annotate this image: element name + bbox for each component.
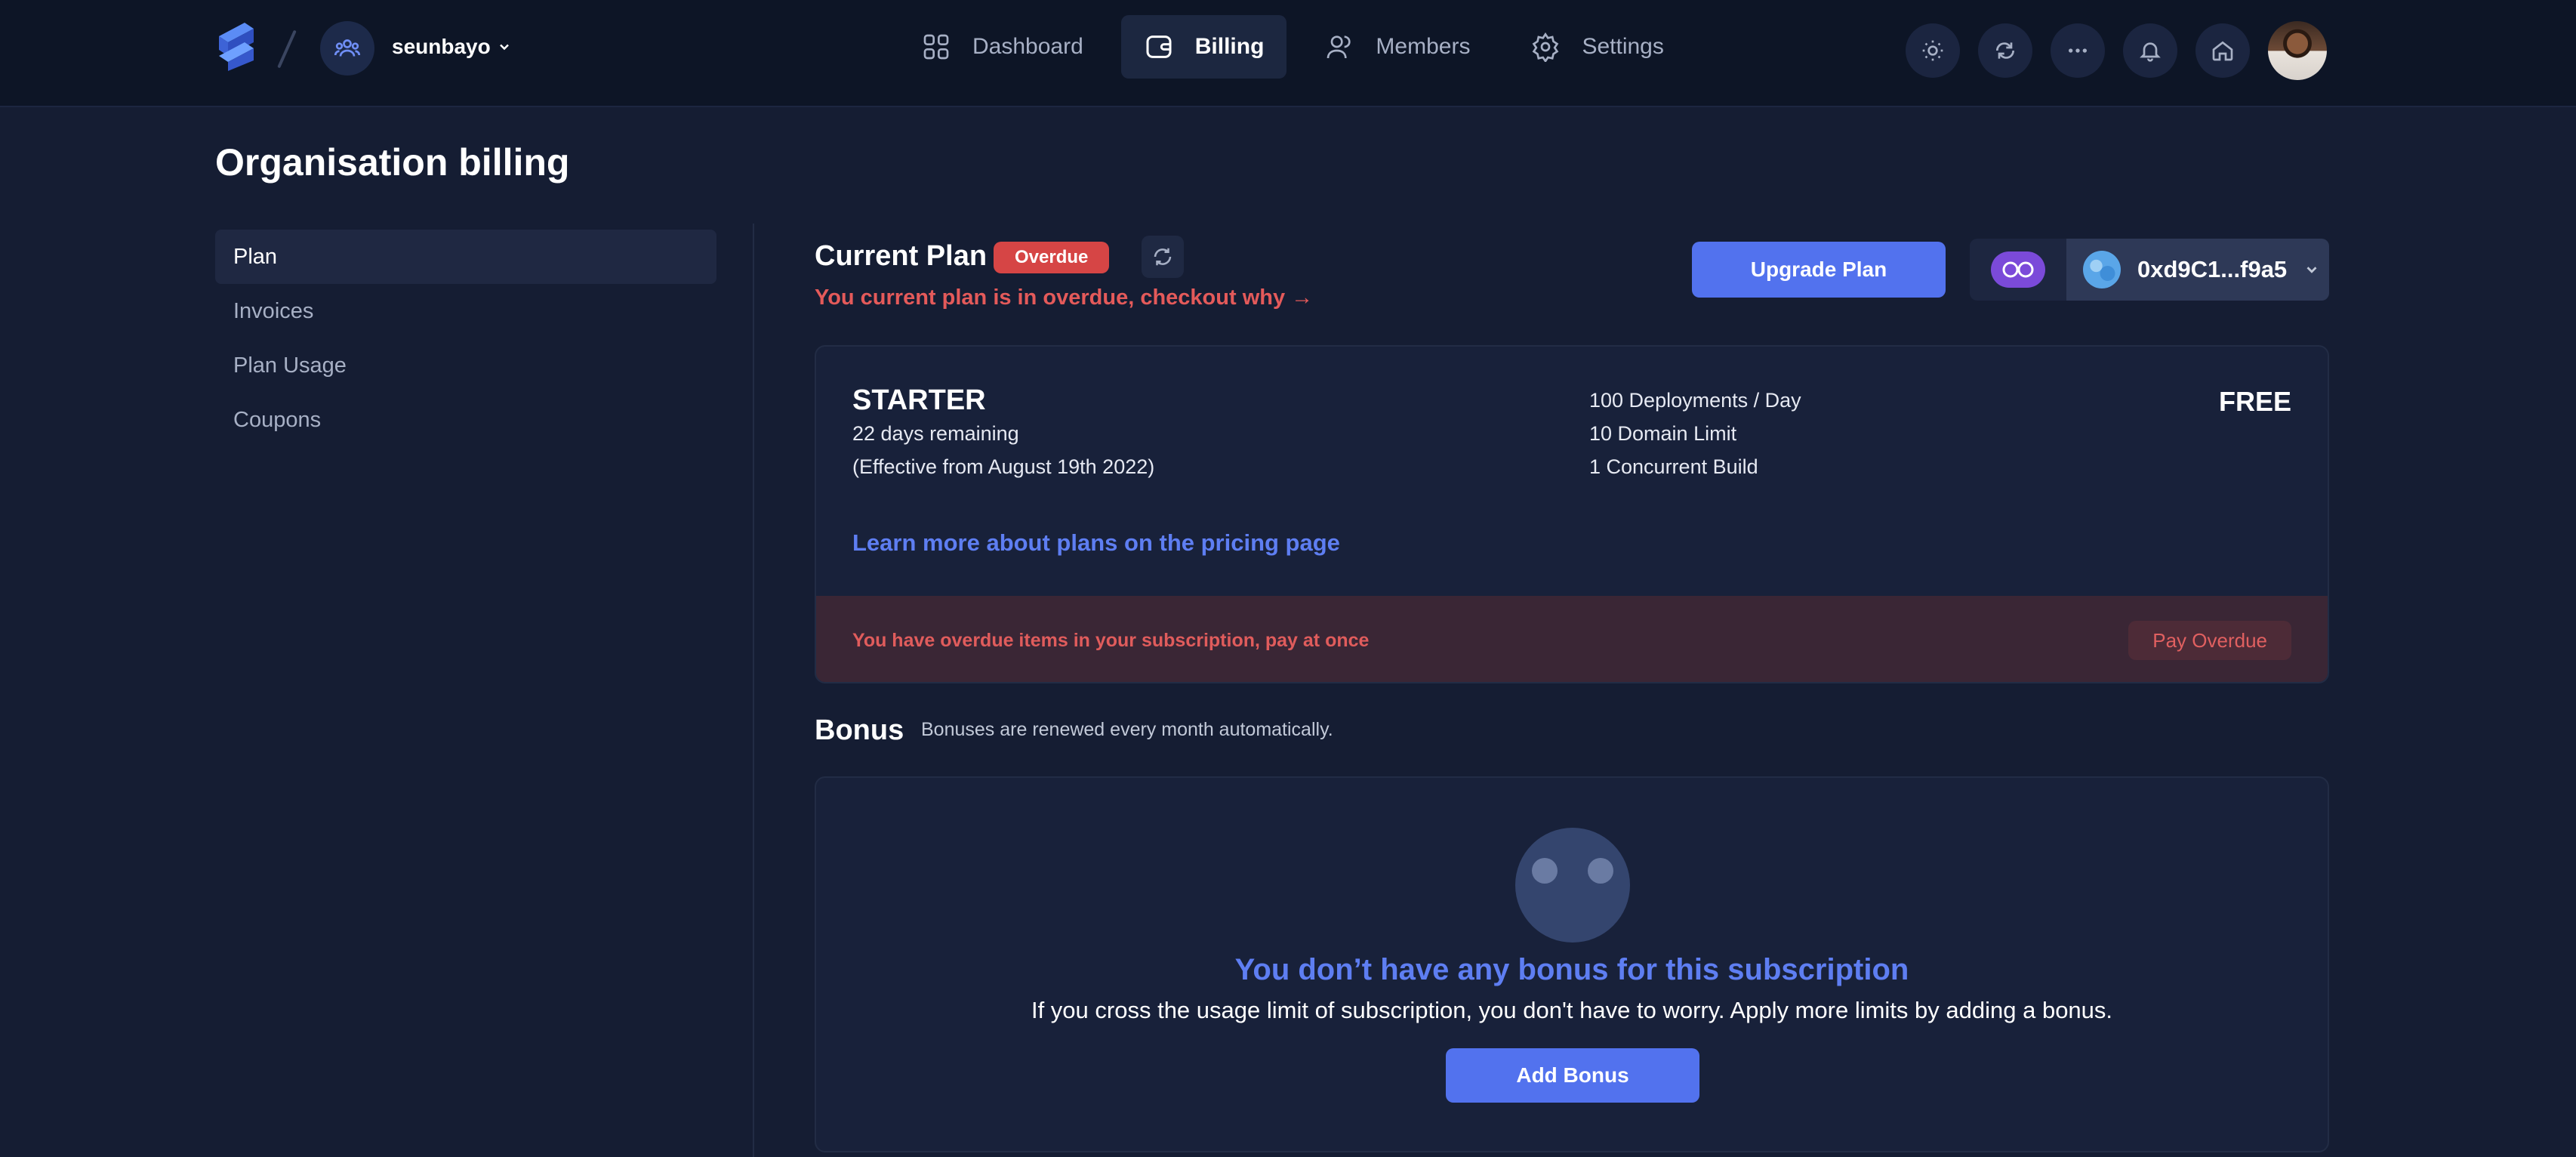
header-actions (1906, 21, 2327, 80)
nav-item-label: Billing (1194, 34, 1265, 59)
plan-remaining: 22 days remaining (852, 422, 1019, 445)
bell-icon (2140, 42, 2161, 62)
team-avatar-icon[interactable] (320, 21, 374, 76)
users-icon (1327, 35, 1351, 59)
billing-sidebar: Plan Invoices Plan Usage Coupons (215, 230, 716, 447)
breadcrumb-divider (277, 29, 297, 69)
sidebar-item-invoices[interactable]: Invoices (215, 284, 716, 338)
wallet-dropdown[interactable]: 0xd9C1...f9a5 (2066, 239, 2329, 301)
nav-item-members[interactable]: Members (1302, 15, 1493, 79)
wallet-address: 0xd9C1...f9a5 (2137, 256, 2288, 282)
polygon-icon (1991, 251, 2045, 288)
sync-button[interactable] (1978, 23, 2032, 78)
nav-item-label: Members (1376, 34, 1471, 59)
plan-price: FREE (2218, 386, 2291, 417)
nav-item-settings[interactable]: Settings (1508, 15, 1686, 79)
empty-state-face-icon (1515, 828, 1630, 943)
sidebar-item-plan-usage[interactable]: Plan Usage (215, 338, 716, 393)
main-nav: Dashboard Billing Members Settings (898, 15, 1687, 79)
empty-state-title: You don’t have any bonus for this subscr… (1234, 953, 1909, 986)
more-button[interactable] (2051, 23, 2105, 78)
grid-icon (923, 34, 949, 60)
wallet-avatar-icon (2083, 251, 2121, 288)
chevron-down-icon (499, 44, 509, 51)
refresh-icon (1154, 248, 1172, 266)
wallet-icon (1146, 35, 1172, 58)
overdue-alert-text: You have overdue items in your subscript… (852, 629, 1370, 651)
team-switcher[interactable]: seunbayo (392, 35, 512, 59)
sun-icon (1922, 40, 1943, 61)
add-bonus-button[interactable]: Add Bonus (1446, 1048, 1699, 1103)
plan-effective-date: (Effective from August 19th 2022) (852, 455, 1155, 478)
refresh-plan-button[interactable] (1142, 236, 1184, 278)
nav-item-label: Dashboard (972, 34, 1083, 59)
upgrade-plan-button[interactable]: Upgrade Plan (1692, 242, 1946, 298)
network-selector[interactable] (1970, 239, 2066, 301)
plan-feature: 10 Domain Limit (1589, 422, 1737, 445)
overdue-link[interactable]: You current plan is in overdue, checkout… (815, 285, 1313, 310)
plan-name: STARTER (852, 384, 986, 416)
page-title: Organisation billing (215, 141, 570, 184)
more-icon (2069, 48, 2087, 53)
pricing-page-link[interactable]: Learn more about plans on the pricing pa… (852, 529, 1340, 557)
sync-icon (1995, 42, 2015, 59)
top-navbar: seunbayo Dashboard Billing Members Setti… (0, 0, 2576, 107)
sidebar-item-coupons[interactable]: Coupons (215, 393, 716, 447)
spheron-logo-icon[interactable] (214, 23, 258, 71)
nav-item-billing[interactable]: Billing (1120, 15, 1287, 79)
chevron-down-icon (2306, 267, 2317, 273)
plan-feature: 1 Concurrent Build (1589, 455, 1758, 478)
sidebar-item-plan[interactable]: Plan (215, 230, 716, 284)
empty-state-description: If you cross the usage limit of subscrip… (1031, 997, 2113, 1023)
overdue-alert: You have overdue items in your subscript… (816, 596, 2328, 682)
bonus-subtitle: Bonuses are renewed every month automati… (921, 719, 1333, 740)
pay-overdue-button[interactable]: Pay Overdue (2128, 621, 2291, 660)
gear-icon (1533, 32, 1559, 62)
status-badge: Overdue (994, 242, 1110, 273)
home-icon (2212, 41, 2233, 61)
user-avatar[interactable] (2268, 21, 2327, 80)
nav-item-label: Settings (1582, 34, 1664, 59)
current-plan-title: Current Plan (815, 240, 988, 272)
section-divider (753, 224, 754, 1157)
plan-card: STARTER 22 days remaining (Effective fro… (815, 345, 2329, 683)
notifications-button[interactable] (2123, 23, 2177, 78)
home-button[interactable] (2195, 23, 2250, 78)
plan-feature: 100 Deployments / Day (1589, 389, 1801, 412)
bonus-card: You don’t have any bonus for this subscr… (815, 776, 2329, 1152)
theme-toggle-button[interactable] (1906, 23, 1960, 78)
nav-item-dashboard[interactable]: Dashboard (898, 15, 1106, 79)
team-name-label: seunbayo (392, 35, 491, 58)
bonus-title: Bonus (815, 714, 904, 746)
